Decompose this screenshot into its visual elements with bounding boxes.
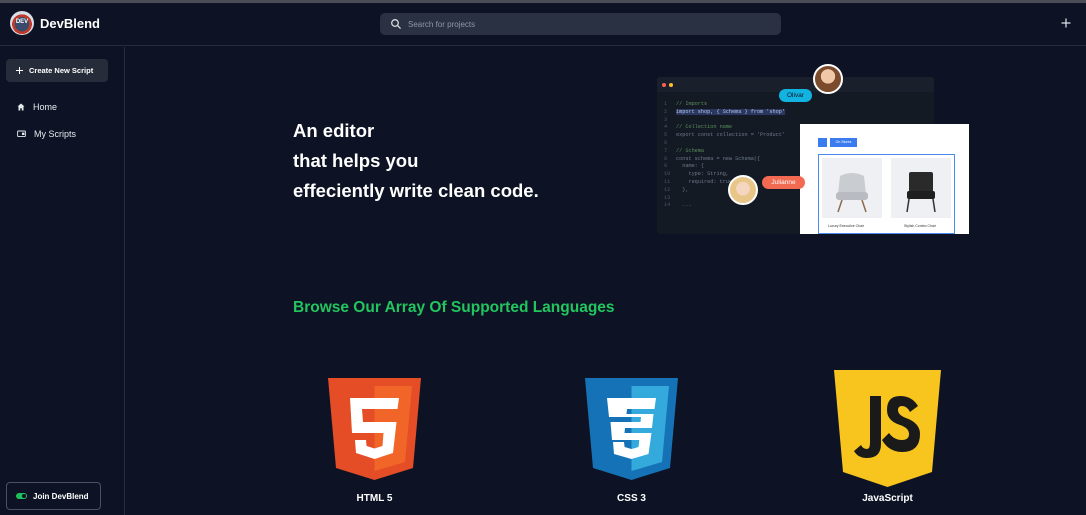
brand[interactable]: DEV DevBlend	[10, 11, 100, 35]
code-text: },	[676, 186, 689, 193]
code-text: export const collection = 'Product'	[676, 132, 785, 139]
create-new-script-label: Create New Script	[29, 66, 94, 75]
code-text: import shop, { Schema } from 'shop'	[676, 108, 785, 115]
code-line: 3	[664, 117, 785, 125]
product-name: Luxury Executive Chair	[828, 224, 864, 228]
plus-icon	[16, 67, 23, 74]
home-icon	[17, 103, 25, 111]
code-line: 2 import shop, { Schema } from 'shop'	[664, 108, 785, 117]
line-number: 6	[664, 139, 668, 146]
code-text: // Collection name	[676, 124, 733, 131]
code-text: type: String,	[676, 171, 729, 178]
language-card-css3[interactable]	[585, 378, 678, 485]
code-line: 9 name: {	[664, 163, 785, 171]
hero-line-1: An editor	[293, 120, 375, 141]
code-line: 6	[664, 140, 785, 148]
app-name: DevBlend	[40, 15, 100, 31]
scripts-icon	[17, 130, 26, 138]
line-number: 2	[664, 108, 668, 115]
hero-heading: An editor that helps you effeciently wri…	[293, 116, 539, 206]
language-card-html5[interactable]	[328, 378, 421, 485]
line-number: 3	[664, 116, 668, 123]
product-name: Stylish Combo Chair	[904, 224, 936, 228]
product-image	[822, 158, 882, 218]
code-line: 8 const schema = new Schema({	[664, 156, 785, 164]
css3-icon	[585, 378, 678, 480]
line-number: 4	[664, 124, 668, 131]
search-icon	[391, 19, 401, 29]
chair-icon	[836, 173, 868, 213]
join-devblend-button[interactable]: Join DevBlend	[6, 482, 101, 510]
collaborator-avatar	[813, 64, 843, 94]
hero-line-3: effeciently write clean code.	[293, 180, 539, 201]
sidebar: Create New Script Home My Scripts Join D…	[0, 47, 125, 515]
code-text: // Imports	[676, 101, 708, 107]
add-project-button[interactable]	[1058, 15, 1074, 31]
close-dot-icon	[662, 82, 666, 87]
javascript-icon	[834, 370, 941, 487]
code-line: 5 export const collection = 'Product'	[664, 132, 785, 140]
line-number: 13	[664, 194, 671, 201]
join-devblend-label: Join DevBlend	[33, 491, 89, 501]
code-block: 1 // Imports 2 import shop, { Schema } from…	[664, 101, 785, 210]
code-line: 7 // Schema	[664, 148, 785, 156]
shop-preview: On Stores Luxury Executive Chair Stylish…	[800, 124, 969, 234]
line-number: 9	[664, 163, 668, 170]
plus-icon	[1061, 18, 1071, 28]
code-line: 1 // Imports	[664, 101, 785, 109]
search-bar[interactable]	[380, 13, 781, 35]
sidebar-item-label: My Scripts	[34, 129, 77, 139]
code-text: required: true	[676, 178, 733, 185]
language-name: JavaScript	[862, 493, 913, 504]
language-card-javascript[interactable]	[834, 370, 941, 492]
code-text: const schema = new Schema({	[676, 155, 761, 162]
sidebar-item-my-scripts[interactable]: My Scripts	[17, 129, 76, 139]
line-number: 12	[664, 186, 671, 193]
code-text: ...	[676, 202, 692, 209]
shop-button: On Stores	[830, 138, 857, 147]
line-number: 5	[664, 132, 668, 139]
search-input[interactable]	[408, 19, 768, 29]
minimize-dot-icon	[669, 82, 673, 87]
hero-line-2: that helps you	[293, 150, 419, 171]
code-text: // Schema	[676, 147, 705, 154]
code-line: 13	[664, 195, 785, 203]
sidebar-item-label: Home	[33, 102, 58, 112]
logo-icon: DEV	[10, 11, 34, 35]
create-new-script-button[interactable]: Create New Script	[6, 59, 108, 82]
top-header: DEV DevBlend	[0, 3, 1086, 46]
collaborator-tag: Julianne	[762, 176, 805, 189]
collaborator-tag: Olivar	[779, 89, 812, 102]
code-line: 14 ...	[664, 202, 785, 210]
line-number: 14	[664, 202, 671, 209]
line-number: 1	[664, 101, 668, 107]
line-number: 8	[664, 155, 668, 162]
languages-section-title: Browse Our Array Of Supported Languages	[293, 299, 615, 316]
sidebar-item-home[interactable]: Home	[17, 102, 57, 112]
language-name: HTML 5	[356, 493, 393, 504]
move-icon	[818, 138, 827, 147]
line-number: 11	[664, 178, 671, 185]
html5-icon	[328, 378, 421, 480]
code-line: 4 // Collection name	[664, 124, 785, 132]
line-number: 10	[664, 171, 671, 178]
chair-icon	[906, 172, 936, 213]
product-image	[891, 158, 951, 218]
logo-text: DEV	[15, 19, 29, 25]
line-number: 7	[664, 147, 668, 154]
language-name: CSS 3	[617, 493, 646, 504]
collaborator-avatar	[728, 175, 758, 205]
toggle-icon	[16, 493, 27, 499]
code-text: name: {	[676, 163, 705, 170]
